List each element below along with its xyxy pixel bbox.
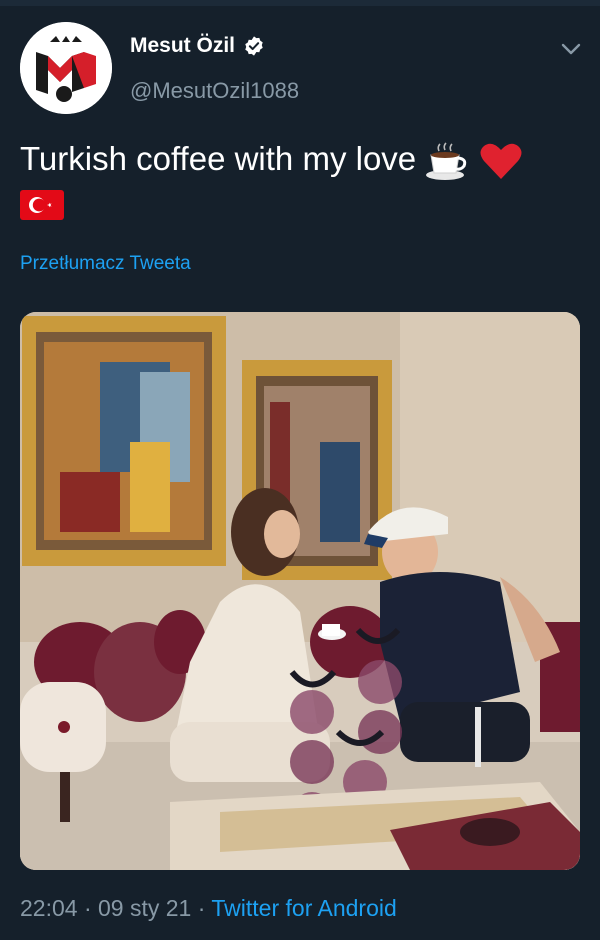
meta-separator: ·	[197, 895, 206, 921]
verified-badge-icon	[245, 36, 263, 56]
m10-logo-icon	[20, 22, 112, 114]
tweet-photo[interactable]	[20, 312, 580, 870]
translate-tweet-link[interactable]: Przetłumacz Tweeta	[20, 253, 191, 275]
display-name[interactable]: Mesut Özil	[130, 34, 235, 58]
tweet-time[interactable]: 22:04	[20, 895, 78, 921]
photo-illustration	[20, 312, 580, 870]
tweet-text: Turkish coffee with my love	[20, 138, 523, 181]
tweet-body: Turkish coffee with my love	[20, 140, 417, 177]
red-heart-icon	[479, 141, 523, 181]
user-handle[interactable]: @MesutOzil1088	[130, 78, 299, 104]
coffee-icon	[425, 141, 469, 181]
tweet-meta: 22:04 · 09 sty 21 · Twitter for Android	[20, 895, 397, 922]
turkish-flag-icon	[20, 190, 64, 220]
chevron-down-icon[interactable]	[560, 38, 582, 60]
tweet-date[interactable]: 09 sty 21	[98, 895, 191, 921]
author-name-row[interactable]: Mesut Özil	[130, 34, 265, 58]
meta-separator: ·	[83, 895, 92, 921]
tweet-source-link[interactable]: Twitter for Android	[211, 895, 396, 921]
avatar[interactable]	[20, 22, 112, 114]
top-divider	[0, 0, 600, 6]
